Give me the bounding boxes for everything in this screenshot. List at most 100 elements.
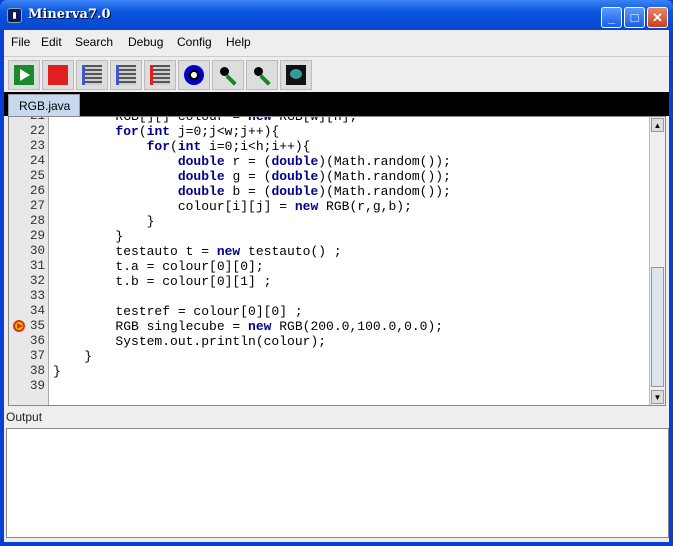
- tab-strip: RGB.java: [4, 92, 669, 116]
- code-text: i=0;i<h;i++){: [201, 139, 311, 154]
- keyword: new: [248, 319, 272, 334]
- code-line[interactable]: double g = (double)(Math.random());: [53, 169, 451, 184]
- code-editor[interactable]: 21 22 23 24 25 26 27 28 29 30 31 32 33 34 35 36 37 38 39 R…: [8, 116, 666, 406]
- run-icon: [14, 65, 34, 85]
- code-line[interactable]: t.b = colour[0][1] ;: [53, 274, 451, 289]
- line-number: 31: [29, 259, 45, 273]
- vertical-scrollbar[interactable]: ▲ ▼: [649, 117, 665, 405]
- line-number: 23: [29, 139, 45, 153]
- code-text: RGB singlecube =: [53, 319, 249, 334]
- step-over-icon: [116, 65, 136, 85]
- code-text: System.out.println(colour);: [53, 334, 327, 349]
- keyword: new: [216, 244, 241, 259]
- maximize-button[interactable]: □: [624, 7, 645, 28]
- keyword: for: [146, 139, 171, 154]
- code-line[interactable]: double b = (double)(Math.random());: [53, 184, 451, 199]
- code-text: )(Math.random());: [318, 154, 451, 169]
- code-line[interactable]: for(int i=0;i<h;i++){: [53, 139, 451, 154]
- output-area[interactable]: [6, 428, 669, 538]
- line-number: 24: [29, 154, 45, 168]
- keyword: double: [271, 169, 319, 184]
- line-number: 29: [29, 229, 45, 243]
- code-line[interactable]: [53, 379, 451, 394]
- code-line[interactable]: double r = (double)(Math.random());: [53, 154, 451, 169]
- code-line[interactable]: testref = colour[0][0] ;: [53, 304, 451, 319]
- run-button[interactable]: [8, 60, 40, 90]
- scroll-up-button[interactable]: ▲: [651, 118, 664, 132]
- code-text: colour[i][j] =: [53, 199, 295, 214]
- breakpoint-button[interactable]: [144, 60, 176, 90]
- menu-debug[interactable]: Debug: [128, 35, 163, 49]
- line-number: 32: [29, 274, 45, 288]
- code-line[interactable]: testauto t = new testauto() ;: [53, 244, 451, 259]
- code-text: g = (: [224, 169, 272, 184]
- menu-file[interactable]: File: [11, 35, 30, 49]
- step-over-button[interactable]: [110, 60, 142, 90]
- code-text: )(Math.random());: [318, 184, 451, 199]
- code-text: }: [53, 229, 124, 244]
- add-watch-button[interactable]: [212, 60, 244, 90]
- menu-edit[interactable]: Edit: [41, 35, 62, 49]
- line-number: 36: [29, 334, 45, 348]
- app-icon: [7, 8, 22, 23]
- minimize-button[interactable]: _: [601, 7, 622, 28]
- stop-button[interactable]: [42, 60, 74, 90]
- code-line[interactable]: for(int j=0;j<w;j++){: [53, 124, 451, 139]
- menu-bar: File Edit Search Debug Config Help: [4, 30, 669, 54]
- tab-rgb-java[interactable]: RGB.java: [8, 94, 80, 116]
- inspect-button[interactable]: [280, 60, 312, 90]
- breakpoint-icon: [150, 65, 170, 85]
- menu-search[interactable]: Search: [75, 35, 113, 49]
- line-number: 37: [29, 349, 45, 363]
- code-text: testref = colour[0][0] ;: [53, 304, 303, 319]
- line-number: 27: [29, 199, 45, 213]
- code-line[interactable]: RGB singlecube = new RGB(200.0,100.0,0.0…: [53, 319, 451, 334]
- code-text: testauto t =: [53, 244, 217, 259]
- code-text: testauto() ;: [240, 244, 342, 259]
- line-number: 30: [29, 244, 45, 258]
- code-line[interactable]: }: [53, 349, 451, 364]
- toolbar: [4, 56, 669, 92]
- output-label: Output: [6, 410, 43, 424]
- keyword: new: [294, 199, 319, 214]
- code-text: RGB(200.0,100.0,0.0);: [271, 319, 444, 334]
- code-text: RGB[w][h];: [271, 116, 358, 124]
- code-text: j=0;j<w;j++){: [170, 124, 280, 139]
- keyword: double: [271, 184, 319, 199]
- close-button[interactable]: ✕: [647, 7, 668, 28]
- line-number: 38: [29, 364, 45, 378]
- watch-icon: [184, 65, 204, 85]
- code-text: r = (: [224, 154, 272, 169]
- code-text: }: [53, 349, 93, 364]
- line-number-gutter[interactable]: 21 22 23 24 25 26 27 28 29 30 31 32 33 34 35 36 37 38 39: [9, 117, 49, 405]
- code-line[interactable]: t.a = colour[0][0];: [53, 259, 451, 274]
- keyword: new: [248, 116, 272, 124]
- keyword: int: [146, 124, 171, 139]
- code-line[interactable]: System.out.println(colour);: [53, 334, 451, 349]
- step-into-button[interactable]: [76, 60, 108, 90]
- code-line[interactable]: }: [53, 214, 451, 229]
- remove-watch-icon: [252, 65, 272, 86]
- code-line[interactable]: [53, 289, 451, 304]
- remove-watch-button[interactable]: [246, 60, 278, 90]
- step-into-icon: [82, 65, 102, 85]
- code-text: (: [138, 124, 147, 139]
- scroll-down-button[interactable]: ▼: [651, 390, 664, 404]
- line-number: 22: [29, 124, 45, 138]
- breakpoint-current-line-icon[interactable]: [13, 320, 25, 332]
- code-line[interactable]: colour[i][j] = new RGB(r,g,b);: [53, 199, 451, 214]
- watch-button[interactable]: [178, 60, 210, 90]
- code-text: b = (: [224, 184, 272, 199]
- code-line[interactable]: }: [53, 229, 451, 244]
- title-bar: Minerva7.0 _ □ ✕: [0, 0, 673, 30]
- scroll-thumb[interactable]: [651, 267, 664, 387]
- menu-help[interactable]: Help: [226, 35, 251, 49]
- menu-config[interactable]: Config: [177, 35, 212, 49]
- code-line[interactable]: }: [53, 364, 451, 379]
- code-line[interactable]: RGB[][] colour = new RGB[w][h];: [53, 116, 451, 124]
- code-text: }: [53, 214, 155, 229]
